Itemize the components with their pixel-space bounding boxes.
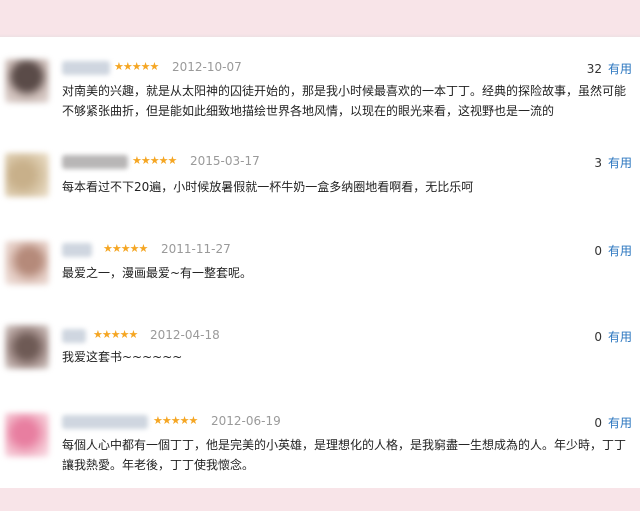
avatar[interactable]	[5, 325, 49, 369]
username[interactable]	[62, 329, 86, 343]
review-date: 2012-04-18	[150, 328, 220, 342]
useful-button[interactable]: 有用	[608, 244, 632, 258]
review-date: 2015-03-17	[190, 154, 260, 168]
rating-stars: ★★★★★	[114, 60, 159, 73]
review-text: 我爱这套书~~~~~~	[62, 350, 183, 364]
avatar[interactable]	[5, 413, 49, 457]
useful-vote[interactable]: 0 有用	[594, 328, 632, 345]
rating-stars: ★★★★★	[93, 328, 138, 341]
username[interactable]	[62, 155, 128, 169]
useful-button[interactable]: 有用	[608, 330, 632, 344]
review-date: 2012-06-19	[211, 414, 281, 428]
useful-count: 0	[594, 330, 602, 344]
username[interactable]	[62, 243, 92, 257]
useful-button[interactable]: 有用	[608, 62, 632, 76]
useful-vote[interactable]: 3 有用	[594, 154, 632, 171]
useful-count: 0	[594, 244, 602, 258]
review-text: 每個人心中都有一個丁丁，他是完美的小英雄，是理想化的人格，是我窮盡一生想成為的人…	[62, 438, 627, 472]
review-date: 2012-10-07	[172, 60, 242, 74]
review-text: 最爱之一，漫画最爱~有一整套呢。	[62, 266, 253, 280]
useful-vote[interactable]: 32 有用	[587, 60, 632, 77]
avatar[interactable]	[5, 241, 49, 285]
avatar[interactable]	[5, 153, 49, 197]
rating-stars: ★★★★★	[132, 154, 177, 167]
review-text: 每本看过不下20遍，小时候放暑假就一杯牛奶一盒多纳圈地看啊看，无比乐呵	[62, 180, 474, 194]
review-text: 对南美的兴趣，就是从太阳神的囚徒开始的，那是我小时候最喜欢的一本丁丁。经典的探险…	[62, 84, 627, 118]
username[interactable]	[62, 415, 148, 429]
useful-count: 0	[594, 416, 602, 430]
rating-stars: ★★★★★	[103, 242, 148, 255]
useful-vote[interactable]: 0 有用	[594, 414, 632, 431]
avatar[interactable]	[5, 59, 49, 103]
useful-count: 3	[594, 156, 602, 170]
useful-vote[interactable]: 0 有用	[594, 242, 632, 259]
reviews-panel: ★★★★★ 2012-10-07 32 有用 对南美的兴趣，就是从太阳神的囚徒开始…	[0, 37, 640, 488]
useful-count: 32	[586, 62, 602, 76]
useful-button[interactable]: 有用	[608, 156, 632, 170]
username[interactable]	[62, 61, 110, 75]
useful-button[interactable]: 有用	[608, 416, 632, 430]
review-date: 2011-11-27	[161, 242, 231, 256]
rating-stars: ★★★★★	[153, 414, 198, 427]
